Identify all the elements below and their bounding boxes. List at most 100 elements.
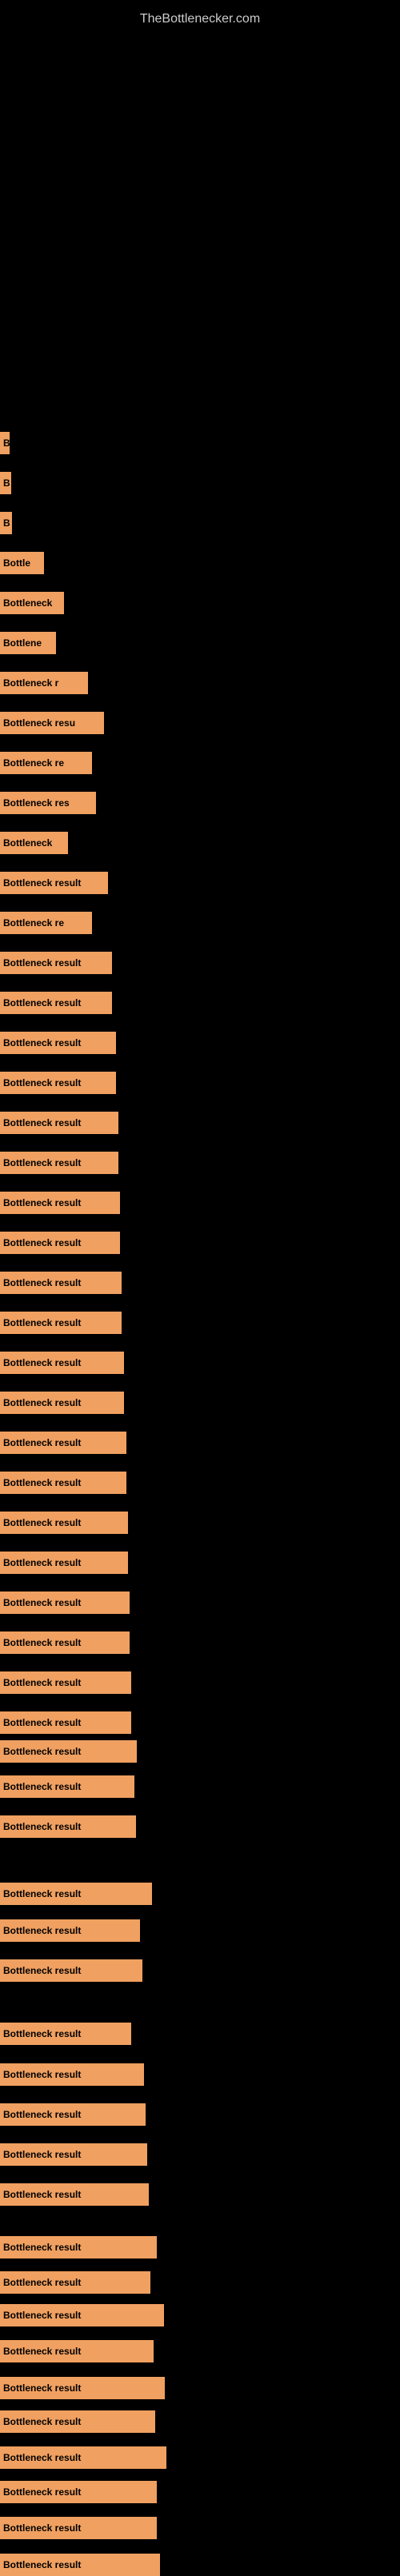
bar-item-42: Bottleneck result [0,2103,146,2126]
bar-item-31: Bottleneck result [0,1631,130,1654]
bar-fill-50: Bottleneck result [0,2410,155,2433]
bar-item-47: Bottleneck result [0,2304,164,2326]
bar-label-22: Bottleneck result [3,1277,81,1288]
bar-fill-28: Bottleneck result [0,1512,128,1534]
bar-label-2: B [3,477,10,489]
bar-item-32: Bottleneck result [0,1671,131,1694]
bar-label-32: Bottleneck result [3,1677,81,1688]
bar-label-41: Bottleneck result [3,2069,81,2080]
site-title: TheBottlenecker.com [0,4,400,34]
bar-item-11: Bottleneck [0,832,68,854]
bar-label-51: Bottleneck result [3,2452,81,2463]
bar-fill-43: Bottleneck result [0,2143,147,2166]
bar-item-34: Bottleneck result [0,1740,137,1763]
bar-label-23: Bottleneck result [3,1317,81,1328]
bar-label-7: Bottleneck r [3,677,58,689]
bar-fill-9: Bottleneck re [0,752,92,774]
bar-fill-21: Bottleneck result [0,1232,120,1254]
bar-fill-25: Bottleneck result [0,1392,124,1414]
bar-label-34: Bottleneck result [3,1746,81,1757]
bar-item-37: Bottleneck result [0,1883,152,1905]
bar-fill-48: Bottleneck result [0,2340,154,2362]
bar-item-52: Bottleneck result [0,2481,157,2503]
bar-item-29: Bottleneck result [0,1552,128,1574]
bar-label-4: Bottle [3,557,30,569]
bar-label-25: Bottleneck result [3,1397,81,1408]
bar-label-3: B [3,517,10,529]
bar-label-26: Bottleneck result [3,1437,81,1448]
bar-fill-5: Bottleneck [0,592,64,614]
bar-label-17: Bottleneck result [3,1077,81,1088]
bar-label-33: Bottleneck result [3,1717,81,1728]
bar-label-27: Bottleneck result [3,1477,81,1488]
bar-label-21: Bottleneck result [3,1237,81,1248]
bar-item-33: Bottleneck result [0,1711,131,1734]
bar-item-38: Bottleneck result [0,1919,140,1942]
bar-item-49: Bottleneck result [0,2377,165,2399]
bar-fill-10: Bottleneck res [0,792,96,814]
bar-item-23: Bottleneck result [0,1312,122,1334]
bar-item-24: Bottleneck result [0,1352,124,1374]
bar-label-46: Bottleneck result [3,2277,81,2288]
bar-label-45: Bottleneck result [3,2242,81,2253]
bar-label-40: Bottleneck result [3,2028,81,2039]
bar-fill-2: B [0,472,11,494]
bar-label-47: Bottleneck result [3,2310,81,2321]
bar-item-7: Bottleneck r [0,672,88,694]
bar-label-36: Bottleneck result [3,1821,81,1832]
bar-fill-8: Bottleneck resu [0,712,104,734]
bar-fill-6: Bottlene [0,632,56,654]
bar-item-27: Bottleneck result [0,1472,126,1494]
bar-fill-30: Bottleneck result [0,1592,130,1614]
bar-fill-36: Bottleneck result [0,1815,136,1838]
bar-label-43: Bottleneck result [3,2149,81,2160]
bar-item-25: Bottleneck result [0,1392,124,1414]
bar-label-14: Bottleneck result [3,957,81,968]
bar-item-51: Bottleneck result [0,2446,166,2469]
bar-label-28: Bottleneck result [3,1517,81,1528]
bar-label-37: Bottleneck result [3,1888,81,1899]
bar-item-41: Bottleneck result [0,2063,144,2086]
bar-item-46: Bottleneck result [0,2271,150,2294]
bar-label-50: Bottleneck result [3,2416,81,2427]
bar-fill-54: Bottleneck result [0,2554,160,2576]
bar-label-39: Bottleneck result [3,1965,81,1976]
bar-item-22: Bottleneck result [0,1272,122,1294]
bar-fill-15: Bottleneck result [0,992,112,1014]
bar-label-15: Bottleneck result [3,997,81,1008]
bar-fill-32: Bottleneck result [0,1671,131,1694]
bar-fill-4: Bottle [0,552,44,574]
bar-item-1: B [0,432,10,454]
bar-label-53: Bottleneck result [3,2522,81,2534]
bar-fill-17: Bottleneck result [0,1072,116,1094]
bar-label-49: Bottleneck result [3,2382,81,2394]
bar-fill-47: Bottleneck result [0,2304,164,2326]
bar-item-26: Bottleneck result [0,1432,126,1454]
bar-item-35: Bottleneck result [0,1775,134,1798]
bar-fill-35: Bottleneck result [0,1775,134,1798]
bar-item-9: Bottleneck re [0,752,92,774]
bar-item-12: Bottleneck result [0,872,108,894]
bar-item-43: Bottleneck result [0,2143,147,2166]
bar-label-6: Bottlene [3,637,42,649]
bar-fill-40: Bottleneck result [0,2023,131,2045]
bar-fill-31: Bottleneck result [0,1631,130,1654]
bar-label-52: Bottleneck result [3,2486,81,2498]
bar-fill-12: Bottleneck result [0,872,108,894]
bar-fill-44: Bottleneck result [0,2183,149,2206]
bar-fill-42: Bottleneck result [0,2103,146,2126]
bar-item-4: Bottle [0,552,44,574]
bar-fill-26: Bottleneck result [0,1432,126,1454]
bar-item-39: Bottleneck result [0,1959,142,1982]
bar-fill-29: Bottleneck result [0,1552,128,1574]
bar-item-50: Bottleneck result [0,2410,155,2433]
bar-item-20: Bottleneck result [0,1192,120,1214]
bar-item-16: Bottleneck result [0,1032,116,1054]
bar-item-53: Bottleneck result [0,2517,157,2539]
bar-item-6: Bottlene [0,632,56,654]
bar-fill-18: Bottleneck result [0,1112,118,1134]
bar-fill-34: Bottleneck result [0,1740,137,1763]
bar-item-10: Bottleneck res [0,792,96,814]
bar-label-19: Bottleneck result [3,1157,81,1168]
bar-label-18: Bottleneck result [3,1117,81,1128]
